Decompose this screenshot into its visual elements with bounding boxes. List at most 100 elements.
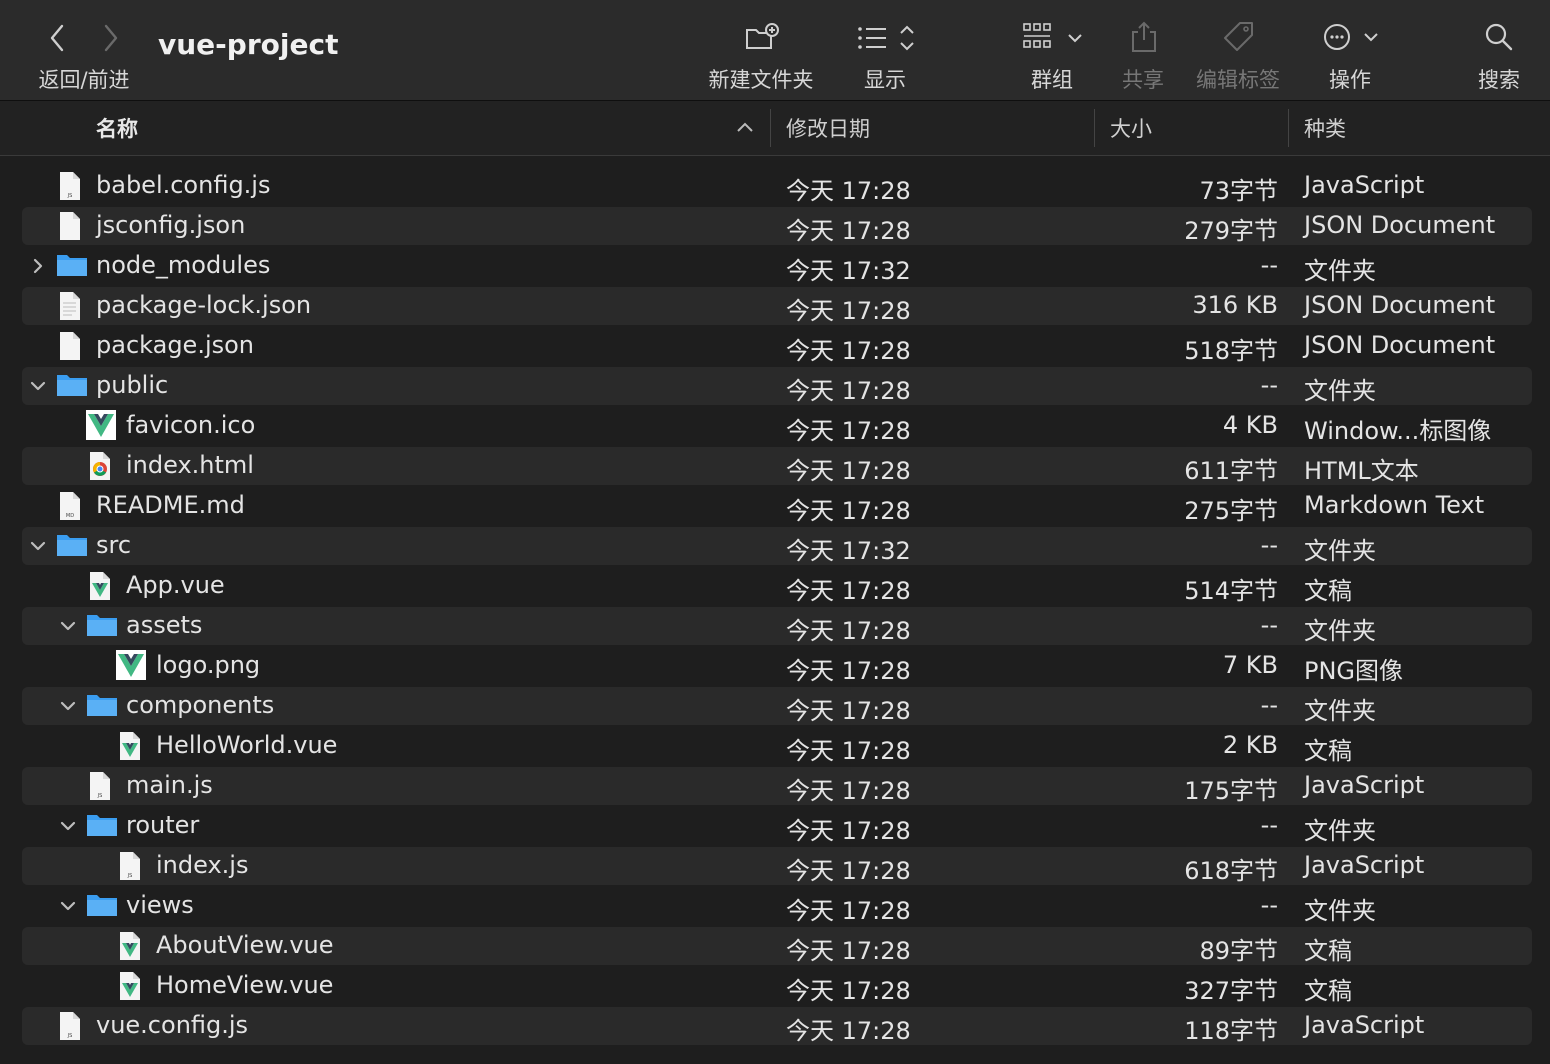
disclosure-triangle[interactable] [58, 896, 78, 916]
file-row[interactable]: HomeView.vue 今天 17:28 327字节 文稿 [22, 967, 1532, 1005]
file-date: 今天 17:32 [786, 537, 911, 565]
finder-window: 返回/前进 vue-project 新建文件夹 显示 群组 共享 编辑标签 操作… [0, 0, 1550, 1064]
file-row[interactable]: index.html 今天 17:28 611字节 HTML文本 [22, 447, 1532, 485]
share-icon [1132, 21, 1156, 52]
column-size[interactable]: 大小 [1110, 113, 1152, 143]
back-button[interactable] [42, 20, 74, 56]
svg-text:JS: JS [97, 793, 103, 799]
file-date: 今天 17:28 [786, 337, 911, 365]
disclosure-triangle[interactable] [28, 256, 48, 276]
file-icon-wrapper [86, 570, 114, 606]
file-date: 今天 17:28 [786, 857, 911, 885]
file-kind: JSON Document [1304, 211, 1496, 239]
file-icon-wrapper [56, 210, 84, 246]
file-date: 今天 17:32 [786, 257, 911, 285]
file-row[interactable]: logo.png 今天 17:28 7 KB PNG图像 [22, 647, 1532, 685]
file-row[interactable]: public 今天 17:28 -- 文件夹 [22, 367, 1532, 405]
chevron-right-icon[interactable] [28, 256, 48, 276]
file-name: README.md [96, 491, 245, 519]
file-date: 今天 17:28 [786, 577, 911, 605]
file-size: -- [1260, 251, 1278, 279]
column-divider[interactable] [1288, 109, 1289, 147]
file-icon-wrapper [56, 330, 84, 366]
window-title: vue-project [158, 28, 339, 61]
file-row[interactable]: components 今天 17:28 -- 文件夹 [22, 687, 1532, 725]
vue-file-icon [120, 732, 140, 760]
file-size: -- [1260, 531, 1278, 559]
file-size: 327字节 [1184, 977, 1278, 1005]
file-date: 今天 17:28 [786, 977, 911, 1005]
disclosure-triangle[interactable] [58, 696, 78, 716]
file-name: jsconfig.json [96, 211, 246, 239]
column-date[interactable]: 修改日期 [786, 113, 870, 143]
file-size: 175字节 [1184, 777, 1278, 805]
column-name[interactable]: 名称 [96, 113, 138, 143]
file-row[interactable]: package.json 今天 17:28 518字节 JSON Document [22, 327, 1532, 365]
file-row[interactable]: AboutView.vue 今天 17:28 89字节 文稿 [22, 927, 1532, 965]
file-row[interactable]: package-lock.json 今天 17:28 316 KB JSON Docu… [22, 287, 1532, 325]
file-date: 今天 17:28 [786, 897, 911, 925]
file-row[interactable]: JS index.js 今天 17:28 618字节 JavaScript [22, 847, 1532, 885]
file-size: 118字节 [1184, 1017, 1278, 1045]
search-icon [1485, 23, 1513, 51]
md-file-icon: MD [60, 492, 80, 520]
disclosure-triangle[interactable] [58, 616, 78, 636]
file-icon-wrapper [56, 530, 88, 562]
chevron-down-icon[interactable] [58, 896, 78, 916]
svg-text:JS: JS [127, 873, 133, 879]
file-name: package.json [96, 331, 255, 359]
file-kind: 文件夹 [1304, 617, 1376, 645]
disclosure-triangle[interactable] [28, 536, 48, 556]
chevron-down-icon[interactable] [58, 816, 78, 836]
file-date: 今天 17:28 [786, 777, 911, 805]
chevron-down-icon[interactable] [58, 696, 78, 716]
chevron-down-icon[interactable] [58, 616, 78, 636]
file-size: 89字节 [1199, 937, 1278, 965]
forward-button[interactable] [94, 20, 126, 56]
file-row[interactable]: JS babel.config.js 今天 17:28 73字节 JavaScript [22, 167, 1532, 205]
tag-icon [1224, 22, 1253, 51]
file-row[interactable]: src 今天 17:32 -- 文件夹 [22, 527, 1532, 565]
file-icon-wrapper [116, 730, 144, 766]
new-folder-label: 新建文件夹 [708, 68, 814, 92]
file-row[interactable]: jsconfig.json 今天 17:28 279字节 JSON Document [22, 207, 1532, 245]
disclosure-triangle[interactable] [28, 376, 48, 396]
action-label: 操作 [1329, 68, 1371, 92]
file-row[interactable]: favicon.ico 今天 17:28 4 KB Window...标图像 [22, 407, 1532, 445]
file-row[interactable]: views 今天 17:28 -- 文件夹 [22, 887, 1532, 925]
column-divider[interactable] [770, 109, 771, 147]
file-name: HomeView.vue [156, 971, 334, 999]
ellipsis-circle-icon [1324, 24, 1378, 50]
folder-icon [57, 535, 87, 556]
file-row[interactable]: assets 今天 17:28 -- 文件夹 [22, 607, 1532, 645]
file-row[interactable]: MD README.md 今天 17:28 275字节 Markdown Text [22, 487, 1532, 525]
file-icon-wrapper [56, 370, 88, 402]
file-date: 今天 17:28 [786, 817, 911, 845]
file-kind: 文件夹 [1304, 817, 1376, 845]
file-row[interactable]: App.vue 今天 17:28 514字节 文稿 [22, 567, 1532, 605]
file-kind: 文稿 [1304, 937, 1352, 965]
file-name: favicon.ico [126, 411, 256, 439]
file-date: 今天 17:28 [786, 657, 911, 685]
folder-icon [57, 375, 87, 396]
file-row[interactable]: router 今天 17:28 -- 文件夹 [22, 807, 1532, 845]
file-icon-wrapper [116, 930, 144, 966]
file-icon-wrapper: JS [56, 1010, 84, 1046]
column-kind[interactable]: 种类 [1304, 113, 1346, 143]
vue-file-icon [90, 572, 110, 600]
file-kind: 文稿 [1304, 977, 1352, 1005]
file-icon-wrapper [116, 650, 146, 684]
chevron-down-icon[interactable] [28, 376, 48, 396]
file-row[interactable]: JS vue.config.js 今天 17:28 118字节 JavaScript [22, 1007, 1532, 1045]
file-kind: PNG图像 [1304, 657, 1404, 685]
file-icon-wrapper [86, 610, 118, 642]
file-kind: JSON Document [1304, 291, 1496, 319]
file-row[interactable]: node_modules 今天 17:32 -- 文件夹 [22, 247, 1532, 285]
column-divider[interactable] [1094, 109, 1095, 147]
new-folder-icon [746, 23, 779, 49]
chevron-down-icon[interactable] [28, 536, 48, 556]
file-row[interactable]: JS main.js 今天 17:28 175字节 JavaScript [22, 767, 1532, 805]
file-row[interactable]: HelloWorld.vue 今天 17:28 2 KB 文稿 [22, 727, 1532, 765]
file-name: AboutView.vue [156, 931, 334, 959]
disclosure-triangle[interactable] [58, 816, 78, 836]
